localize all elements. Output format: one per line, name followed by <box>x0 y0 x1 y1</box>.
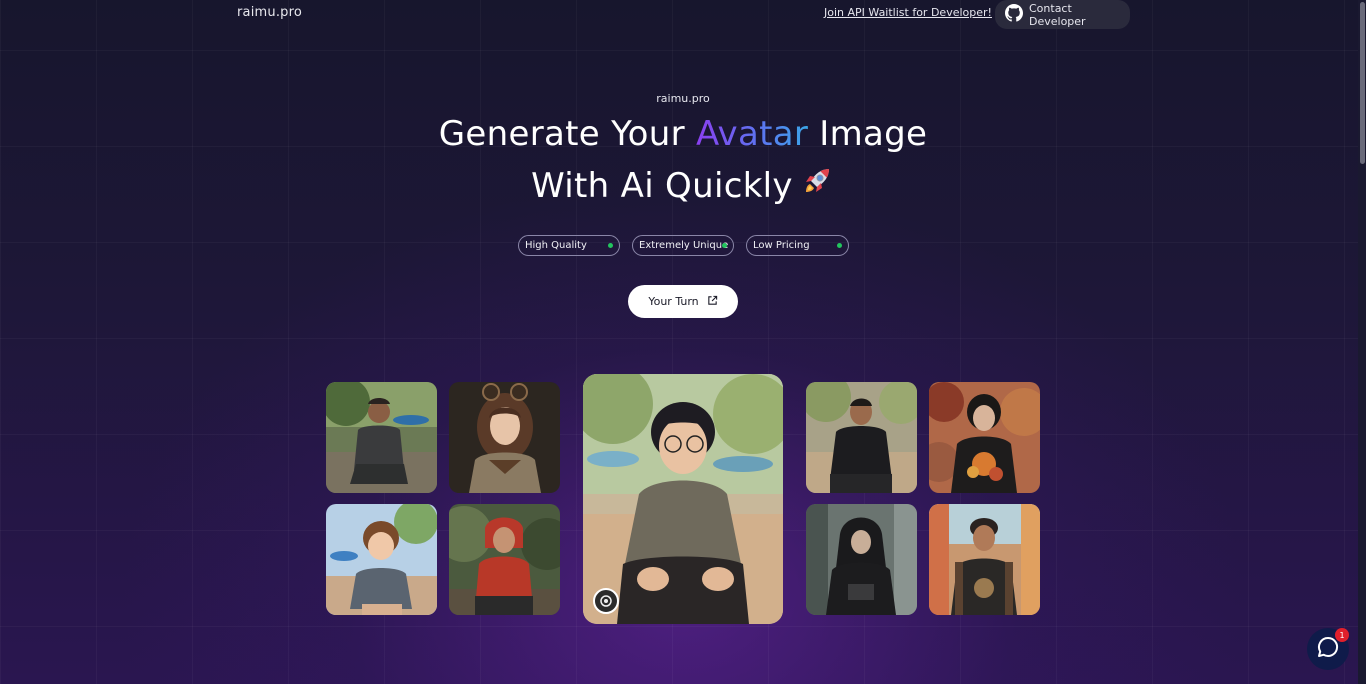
avatar-tile-4[interactable] <box>449 504 560 615</box>
badge-low-pricing: Low Pricing <box>746 235 849 256</box>
avatar-tile-2[interactable] <box>449 382 560 493</box>
status-dot <box>608 243 613 248</box>
badge-label: Extremely Unique <box>639 240 729 251</box>
badge-extremely-unique: Extremely Unique <box>632 235 734 256</box>
avatar-featured-tile[interactable] <box>583 374 783 624</box>
chat-unread-badge: 1 <box>1335 628 1349 642</box>
avatar-tile-7[interactable] <box>929 382 1040 493</box>
your-turn-label: Your Turn <box>648 295 699 308</box>
feature-badges: High Quality Extremely Unique Low Pricin… <box>518 235 849 256</box>
your-turn-button[interactable]: Your Turn <box>628 285 738 318</box>
generated-badge-icon <box>593 588 619 614</box>
avatar-tile-1[interactable] <box>326 382 437 493</box>
hero-headline: Generate Your Avatar Image With Ai Quick… <box>0 108 1366 214</box>
contact-developer-button[interactable]: Contact Developer <box>995 0 1130 29</box>
hero-eyebrow: raimu.pro <box>656 92 710 105</box>
headline-line2: With Ai Quickly <box>531 166 793 206</box>
external-link-icon <box>707 295 718 309</box>
badge-label: High Quality <box>525 240 587 251</box>
api-waitlist-link[interactable]: Join API Waitlist for Developer! <box>824 5 1009 20</box>
brand-logo[interactable]: raimu.pro <box>237 5 302 20</box>
headline-part2: Image <box>808 114 928 154</box>
api-waitlist-label: Join API Waitlist for Developer! <box>824 6 992 19</box>
contact-developer-label: Contact Developer <box>1029 1 1086 28</box>
headline-highlight: Avatar <box>695 114 809 154</box>
status-dot <box>722 243 727 248</box>
github-icon <box>1005 4 1023 25</box>
avatar-tile-6[interactable] <box>806 382 917 493</box>
badge-label: Low Pricing <box>753 240 810 251</box>
avatar-tile-9[interactable] <box>929 504 1040 615</box>
badge-high-quality: High Quality <box>518 235 620 256</box>
avatar-tile-3[interactable] <box>326 504 437 615</box>
headline-part1: Generate Your <box>438 114 696 154</box>
rocket-icon <box>799 162 835 214</box>
status-dot <box>837 243 842 248</box>
avatar-tile-8[interactable] <box>806 504 917 615</box>
